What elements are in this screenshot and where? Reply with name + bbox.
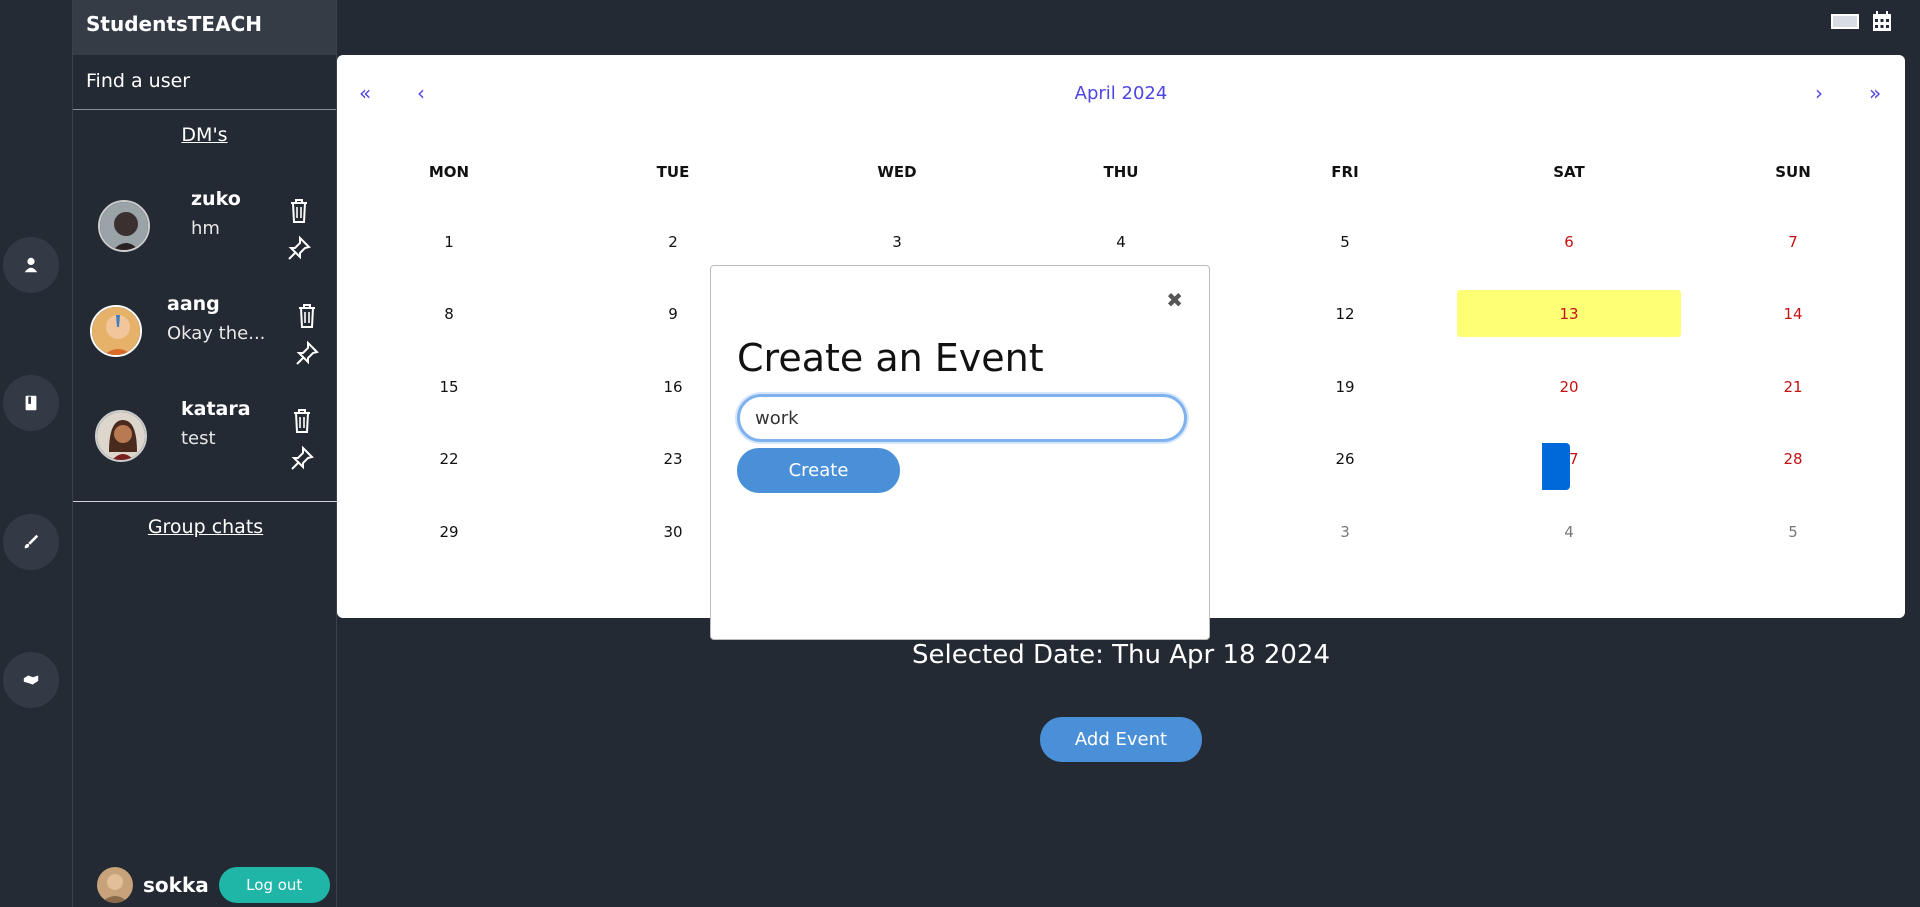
avatar <box>95 410 147 462</box>
calendar-day[interactable]: 7 <box>1681 218 1905 265</box>
dms-heading[interactable]: DM's <box>73 124 336 146</box>
icon-rail <box>0 0 72 907</box>
calendar-day[interactable]: 2 <box>561 218 785 265</box>
add-event-button[interactable]: Add Event <box>1040 717 1202 762</box>
weekday-header: SAT <box>1553 163 1585 181</box>
calendar-day[interactable]: 6 <box>1457 218 1681 265</box>
calendar-day[interactable]: 28 <box>1681 435 1905 482</box>
calendar-day[interactable]: 4 <box>1457 508 1681 555</box>
dm-name: katara <box>181 398 251 420</box>
dm-last-message: Okay the... <box>167 323 266 344</box>
app-brand: StudentsTEACH <box>73 0 336 55</box>
calendar-icon[interactable] <box>1872 10 1892 32</box>
current-user-row: sokka Log out <box>97 867 330 903</box>
avatar <box>98 200 150 252</box>
pin-icon[interactable] <box>294 340 320 368</box>
find-user-link[interactable]: Find a user <box>73 55 336 110</box>
event-name-input[interactable] <box>737 394 1187 442</box>
dm-item-zuko[interactable]: zuko hm <box>73 175 338 275</box>
handshake-icon <box>23 675 39 685</box>
calendar-day[interactable]: 14 <box>1681 290 1905 337</box>
calendar-day[interactable]: 21 <box>1681 363 1905 410</box>
calendar-day[interactable]: 29 <box>337 508 561 555</box>
dm-name: aang <box>167 293 220 315</box>
modal-title: Create an Event <box>737 336 1044 380</box>
next-year-button[interactable]: » <box>1869 81 1881 105</box>
selected-date-label: Selected Date: Thu Apr 18 2024 <box>911 640 1330 670</box>
calendar-day[interactable]: 5 <box>1681 508 1905 555</box>
avatar <box>97 867 133 903</box>
pin-icon[interactable] <box>289 445 315 473</box>
create-event-modal: ✖ Create an Event Create <box>710 265 1210 640</box>
weekday-header: TUE <box>656 163 690 181</box>
calendar-day[interactable]: 26 <box>1233 435 1457 482</box>
calendar-day[interactable]: 19 <box>1233 363 1457 410</box>
dm-last-message: hm <box>191 218 220 239</box>
trash-icon[interactable] <box>289 407 315 435</box>
weekday-header: THU <box>1103 163 1139 181</box>
weekday-header: WED <box>877 163 917 181</box>
calendar-day[interactable]: 20 <box>1457 363 1681 410</box>
sidebar-divider <box>73 501 338 502</box>
brush-icon <box>24 534 39 549</box>
dm-name: zuko <box>191 188 241 210</box>
selected-day-highlight <box>1542 443 1570 490</box>
courses-rail-button[interactable] <box>3 375 59 431</box>
calendar-day[interactable]: 13 <box>1457 290 1681 337</box>
trash-icon[interactable] <box>286 197 312 225</box>
dm-last-message: test <box>181 428 216 449</box>
chat-sidebar: StudentsTEACH Find a user DM's zuko hm a… <box>72 0 338 907</box>
calendar-day[interactable]: 15 <box>337 363 561 410</box>
weekday-header: MON <box>428 163 470 181</box>
close-icon[interactable]: ✖ <box>1166 288 1183 312</box>
weekday-header: SUN <box>1775 163 1811 181</box>
current-user-name: sokka <box>143 873 209 897</box>
user-icon <box>24 257 38 273</box>
avatar <box>90 305 142 357</box>
calendar-day[interactable]: 22 <box>337 435 561 482</box>
calendar-day[interactable]: 12 <box>1233 290 1457 337</box>
monitor-icon[interactable] <box>1830 12 1860 32</box>
logout-button[interactable]: Log out <box>218 867 330 903</box>
month-label[interactable]: April 2024 <box>337 83 1905 104</box>
create-button[interactable]: Create <box>737 448 900 493</box>
book-icon <box>25 395 37 411</box>
dm-item-aang[interactable]: aang Okay the... <box>73 280 338 380</box>
weekday-header: FRI <box>1331 163 1359 181</box>
trash-icon[interactable] <box>294 302 320 330</box>
dm-item-katara[interactable]: katara test <box>73 385 338 485</box>
next-month-button[interactable]: › <box>1815 81 1823 105</box>
calendar-day[interactable]: 5 <box>1233 218 1457 265</box>
calendar-day[interactable]: 3 <box>1233 508 1457 555</box>
tutoring-rail-button[interactable] <box>3 652 59 708</box>
whiteboard-rail-button[interactable] <box>3 514 59 570</box>
calendar-day[interactable]: 8 <box>337 290 561 337</box>
profile-rail-button[interactable] <box>3 237 59 293</box>
pin-icon[interactable] <box>286 235 312 263</box>
group-chats-heading[interactable]: Group chats <box>73 516 338 538</box>
calendar-day[interactable]: 4 <box>1009 218 1233 265</box>
calendar-day[interactable]: 1 <box>337 218 561 265</box>
calendar-day[interactable]: 3 <box>785 218 1009 265</box>
